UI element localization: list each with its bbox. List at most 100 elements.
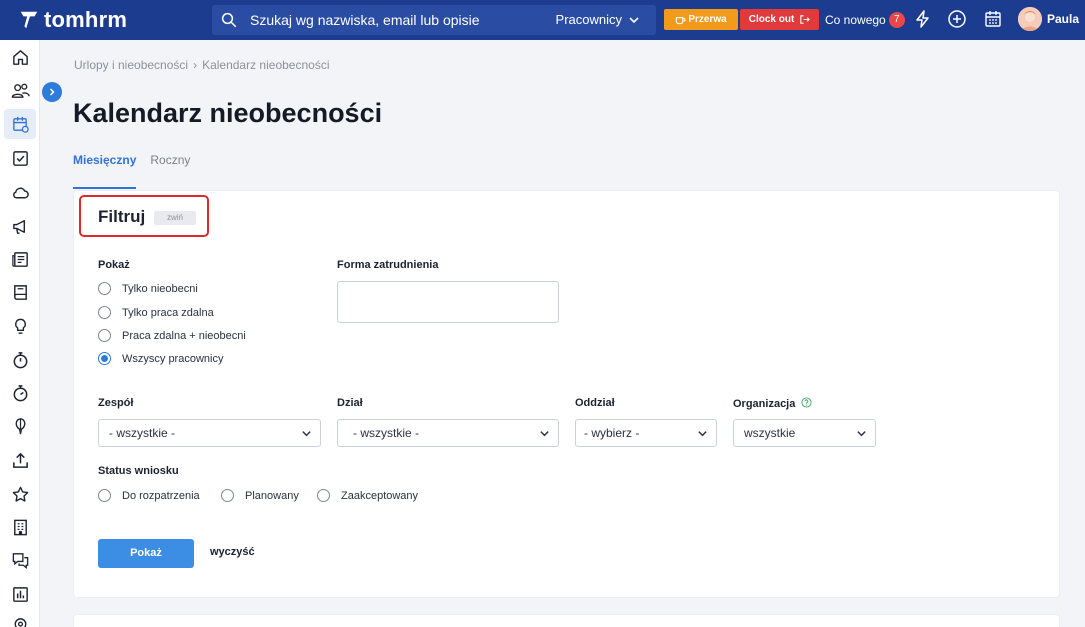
logout-icon: [800, 15, 811, 24]
show-label: Pokaż: [98, 259, 130, 271]
sidebar-expand-button[interactable]: [42, 82, 62, 102]
chevron-down-icon: [857, 431, 866, 437]
cloud-icon[interactable]: [8, 180, 32, 204]
team-label: Zespół: [98, 397, 134, 409]
radio-label: Planowany: [245, 489, 299, 502]
view-tabs: Miesięczny Roczny: [73, 152, 204, 190]
avatar[interactable]: [1018, 7, 1042, 31]
chevron-down-icon: [302, 431, 311, 437]
radio-button-checked[interactable]: [98, 352, 111, 365]
calendar-icon[interactable]: [4, 109, 36, 139]
avatar-image: [1018, 7, 1042, 31]
star-icon[interactable]: [8, 482, 32, 506]
branch-select-value: - wybierz -: [584, 426, 640, 440]
tab-monthly[interactable]: Miesięczny: [73, 152, 137, 189]
users-icon[interactable]: [8, 78, 32, 102]
radio-all-employees[interactable]: Wszyscy pracownicy: [98, 352, 223, 365]
megaphone-icon[interactable]: [8, 214, 32, 238]
home-icon[interactable]: [8, 45, 32, 69]
organization-select[interactable]: wszystkie: [733, 419, 876, 447]
timer-icon[interactable]: [8, 381, 32, 405]
department-label: Dział: [337, 397, 363, 409]
filter-header: Filtruj zwiń: [79, 195, 209, 237]
whats-new-badge: 7: [888, 12, 905, 28]
branch-select[interactable]: - wybierz -: [575, 419, 717, 447]
chevron-down-icon: [698, 431, 707, 437]
user-name[interactable]: Paula: [1047, 12, 1079, 26]
brand-name: tomhrm: [44, 7, 128, 32]
chevron-right-icon: [49, 88, 55, 96]
radio-button[interactable]: [98, 489, 111, 502]
branch-label: Oddział: [575, 397, 615, 409]
lightning-icon[interactable]: [913, 9, 933, 29]
breadcrumb: Urlopy i nieobecności › Kalendarz nieobe…: [74, 58, 329, 72]
report-icon[interactable]: [8, 582, 32, 606]
filter-card: [73, 190, 1060, 598]
radio-label: Tylko praca zdalna: [122, 306, 214, 319]
building-icon[interactable]: [8, 515, 32, 539]
filter-collapse-button[interactable]: zwiń: [154, 211, 196, 225]
department-select-value: - wszystkie -: [353, 426, 419, 440]
filter-title: Filtruj: [98, 207, 146, 226]
break-label: Przerwa: [688, 14, 727, 25]
radio-button[interactable]: [317, 489, 330, 502]
clock-out-button[interactable]: Clock out: [740, 9, 819, 30]
balloon-icon[interactable]: [8, 414, 32, 438]
clear-link[interactable]: wyczyść: [210, 546, 255, 558]
sidebar: [0, 40, 40, 627]
whats-new-label: Co nowego: [825, 13, 886, 27]
radio-label: Zaakceptowany: [341, 489, 419, 502]
radio-button[interactable]: [98, 282, 111, 295]
chat-icon[interactable]: [8, 548, 32, 572]
search-scope-dropdown[interactable]: Pracownicy: [556, 12, 640, 27]
help-icon[interactable]: [801, 397, 812, 408]
organization-label-text: Organizacja: [733, 398, 796, 410]
calendar-card: [73, 614, 1060, 627]
tab-yearly[interactable]: Roczny: [150, 152, 190, 189]
book-icon[interactable]: [8, 280, 32, 304]
employment-label: Forma zatrudnienia: [337, 259, 439, 271]
breadcrumb-current: Kalendarz nieobecności: [202, 58, 330, 72]
top-bar: tomhrm Szukaj wg nazwiska, email lub opi…: [0, 0, 1085, 40]
breadcrumb-parent[interactable]: Urlopy i nieobecności: [74, 58, 188, 72]
status-label: Status wniosku: [98, 465, 179, 477]
radio-only-absent[interactable]: Tylko nieobecni: [98, 282, 198, 295]
radio-label: Praca zdalna + nieobecni: [122, 329, 246, 342]
stopwatch-icon[interactable]: [8, 348, 32, 372]
team-select-value: - wszystkie -: [109, 426, 175, 440]
add-circle-icon[interactable]: [947, 9, 967, 29]
search-input[interactable]: Szukaj wg nazwiska, email lub opisie: [250, 12, 480, 28]
calendar-top-icon[interactable]: [983, 9, 1003, 29]
radio-only-remote[interactable]: Tylko praca zdalna: [98, 306, 214, 319]
radio-planned[interactable]: Planowany: [221, 489, 299, 502]
radio-label: Tylko nieobecni: [122, 282, 198, 295]
lightbulb-icon[interactable]: [8, 314, 32, 338]
clock-out-label: Clock out: [748, 14, 795, 25]
upload-icon[interactable]: [8, 448, 32, 472]
radio-remote-absent[interactable]: Praca zdalna + nieobecni: [98, 329, 246, 342]
employment-field[interactable]: [337, 281, 559, 323]
radio-pending[interactable]: Do rozpatrzenia: [98, 489, 200, 502]
break-button[interactable]: Przerwa: [664, 9, 738, 30]
team-select[interactable]: - wszystkie -: [98, 419, 321, 447]
search-icon: [221, 12, 237, 28]
organization-select-value: wszystkie: [744, 426, 796, 440]
checkbox-icon[interactable]: [8, 146, 32, 170]
organization-label: Organizacja: [733, 397, 812, 410]
radio-button[interactable]: [98, 329, 111, 342]
department-select[interactable]: - wszystkie -: [337, 419, 559, 447]
search-bar[interactable]: Szukaj wg nazwiska, email lub opisie Pra…: [212, 5, 656, 35]
news-icon[interactable]: [8, 247, 32, 271]
whats-new-link[interactable]: Co nowego 7: [825, 12, 905, 28]
show-button[interactable]: Pokaż: [98, 539, 194, 568]
radio-accepted[interactable]: Zaakceptowany: [317, 489, 418, 502]
radio-button[interactable]: [98, 306, 111, 319]
radio-label: Do rozpatrzenia: [122, 489, 200, 502]
logo-icon: [20, 11, 38, 29]
logo[interactable]: tomhrm: [18, 7, 127, 33]
chevron-down-icon: [540, 431, 549, 437]
radio-button[interactable]: [221, 489, 234, 502]
chevron-down-icon: [629, 16, 639, 23]
coffee-icon: [676, 17, 686, 25]
location-icon[interactable]: [8, 613, 32, 627]
